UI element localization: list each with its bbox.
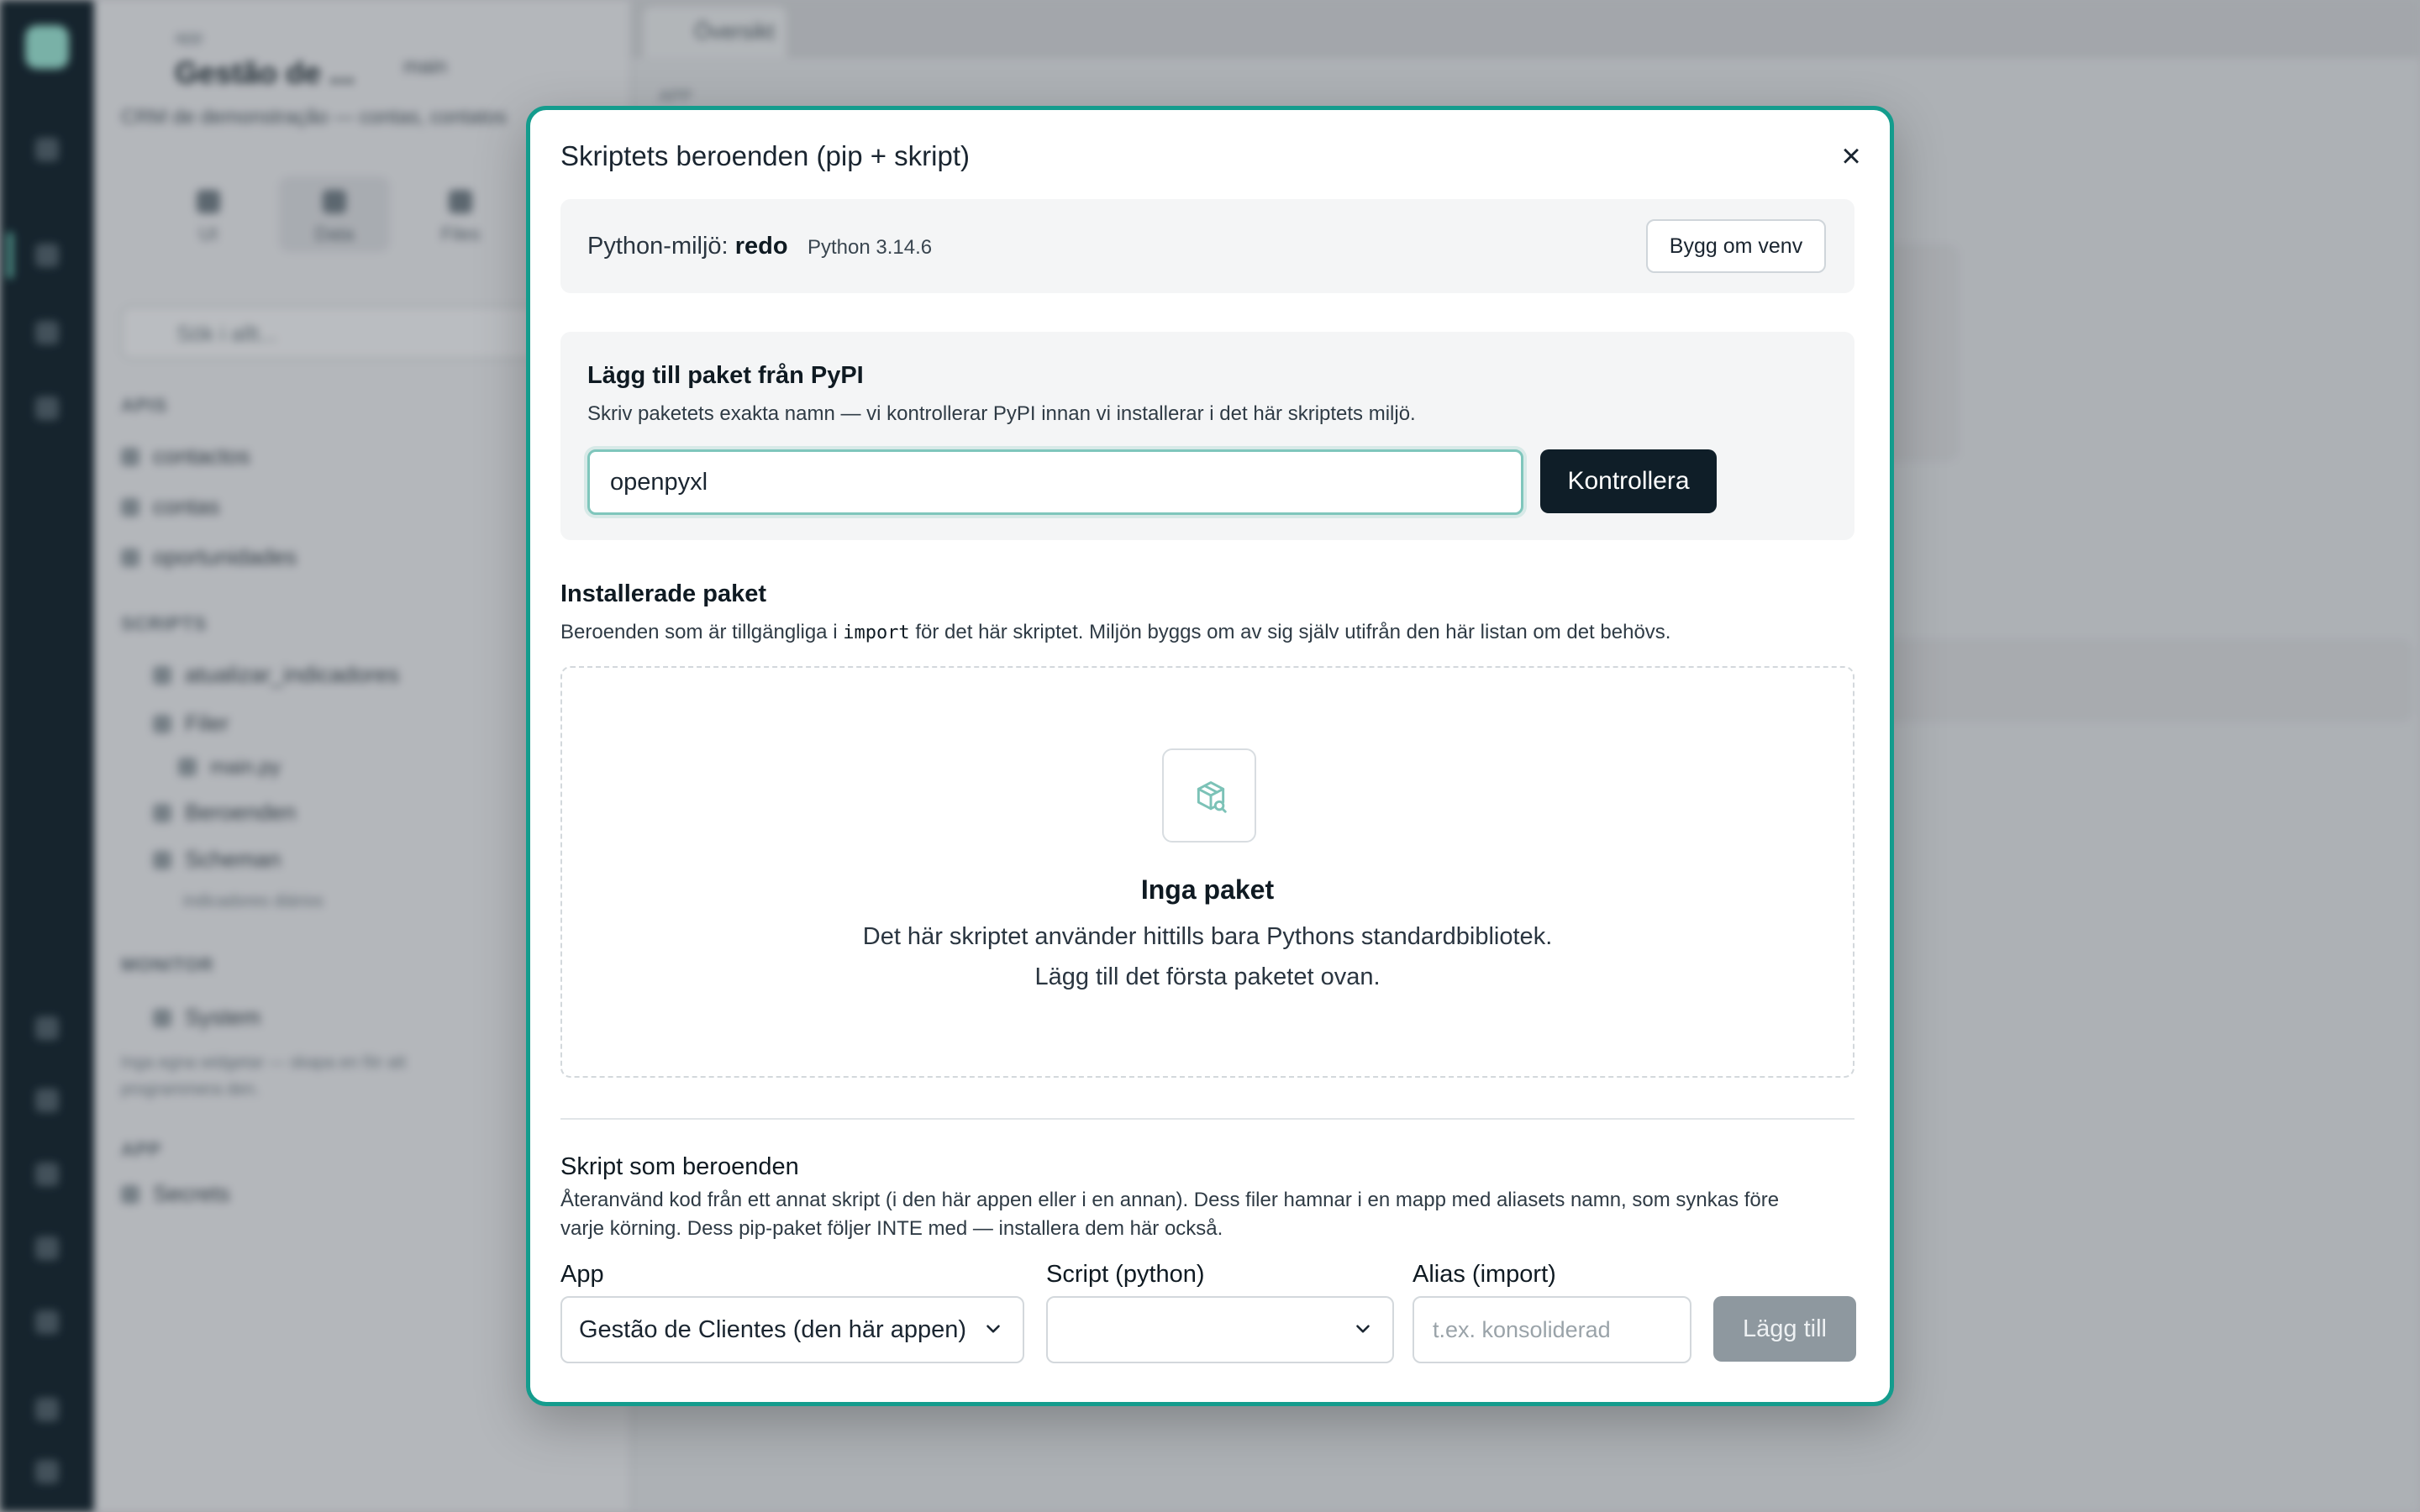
app-select[interactable]: Gestão de Clientes (den här appen) <box>560 1296 1024 1363</box>
empty-title: Inga paket <box>1140 874 1275 905</box>
add-script-dependency-button[interactable]: Lägg till <box>1713 1296 1856 1362</box>
script-select[interactable] <box>1046 1296 1394 1363</box>
dependencies-dialog: Skriptets beroenden (pip + skript) × Pyt… <box>526 106 1894 1406</box>
env-label: Python-miljö: <box>587 233 729 260</box>
alias-input[interactable] <box>1413 1296 1691 1363</box>
chevron-down-icon <box>1356 1325 1370 1333</box>
script-deps-desc-line1: Återanvänd kod från ett annat skript (i … <box>560 1189 1780 1211</box>
pypi-panel: Lägg till paket från PyPI Skriv paketets… <box>560 332 1854 540</box>
pypi-description: Skriv paketets exakta namn — vi kontroll… <box>587 402 1416 425</box>
installed-heading: Installerade paket <box>560 580 766 607</box>
python-env-panel: Python-miljö: redo Python 3.14.6 Bygg om… <box>560 199 1854 293</box>
app-select-value: Gestão de Clientes (den här appen) <box>579 1316 967 1343</box>
installed-description: Beroenden som är tillgängliga i import f… <box>560 621 1671 643</box>
check-package-button[interactable]: Kontrollera <box>1540 449 1717 513</box>
python-version: Python 3.14.6 <box>808 236 933 259</box>
package-search-icon <box>1162 748 1256 843</box>
script-deps-desc-line2: varje körning. Dess pip-paket följer INT… <box>560 1217 1223 1240</box>
app-field-label: App <box>560 1261 604 1288</box>
import-code: import <box>843 622 910 643</box>
pypi-heading: Lägg till paket från PyPI <box>587 362 864 389</box>
empty-text-line1: Det här skriptet använder hittills bara … <box>862 923 1553 950</box>
dialog-title: Skriptets beroenden (pip + skript) <box>560 140 970 171</box>
script-field-label: Script (python) <box>1046 1261 1205 1288</box>
section-divider <box>560 1118 1854 1120</box>
alias-field-label: Alias (import) <box>1413 1261 1556 1288</box>
rebuild-venv-button[interactable]: Bygg om venv <box>1646 219 1826 273</box>
empty-text-line2: Lägg till det första paketet ovan. <box>1034 963 1381 990</box>
env-status: Python-miljö: redo <box>587 233 788 260</box>
script-deps-heading: Skript som beroenden <box>560 1153 799 1180</box>
empty-packages-state: Inga paket Det här skriptet använder hit… <box>560 666 1854 1078</box>
chevron-down-icon <box>986 1325 1000 1333</box>
close-icon[interactable]: × <box>1833 139 1870 176</box>
package-name-input[interactable] <box>587 449 1523 515</box>
env-state: redo <box>734 233 788 260</box>
